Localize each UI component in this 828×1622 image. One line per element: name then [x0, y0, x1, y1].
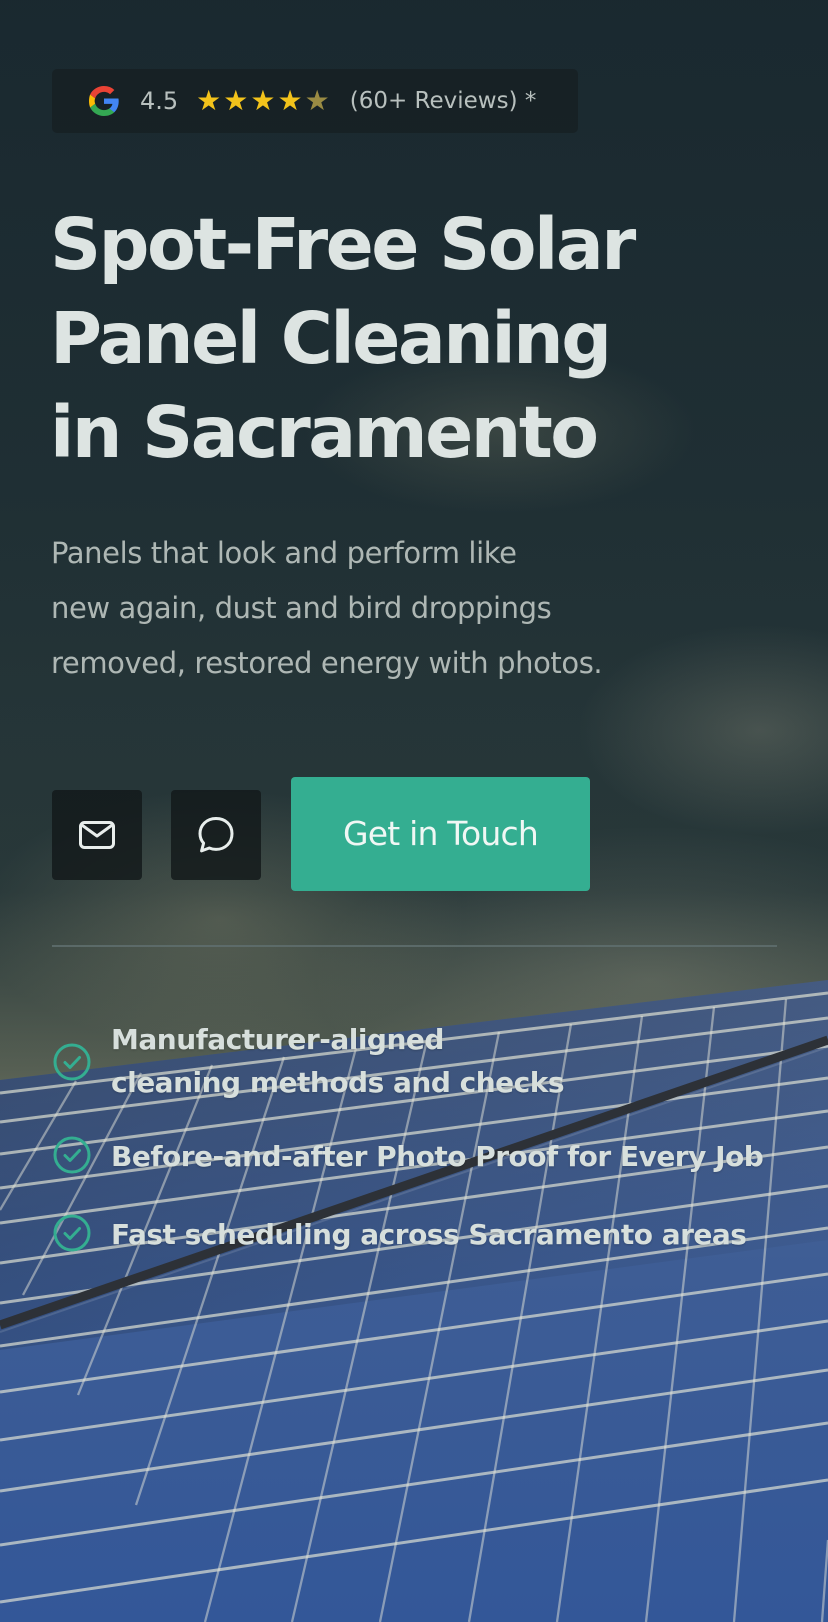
description-line: removed, restored energy with photos.: [51, 646, 603, 680]
star-rating: ★ ★ ★ ★ ★: [196, 87, 332, 115]
check-circle-icon: [53, 1136, 91, 1174]
title-line: Spot-Free Solar: [50, 203, 636, 286]
google-g-icon: [89, 86, 119, 116]
title-line: in Sacramento: [50, 391, 599, 474]
google-rating-badge: 4.5 ★ ★ ★ ★ ★ (60+ Reviews) *: [52, 69, 578, 133]
feature-item: Fast scheduling across Sacramento areas: [52, 1213, 747, 1256]
get-in-touch-button[interactable]: Get in Touch: [291, 777, 590, 891]
chat-button[interactable]: [171, 790, 261, 880]
landing-page: 4.5 ★ ★ ★ ★ ★ (60+ Reviews) * Spot-Free …: [0, 0, 828, 1622]
feature-line: Manufacturer-aligned: [111, 1023, 444, 1056]
star-icon: ★: [250, 84, 276, 117]
feature-line: Fast scheduling across Sacramento areas: [111, 1218, 747, 1251]
section-divider: [52, 945, 777, 947]
half-star-icon: ★: [304, 84, 330, 117]
feature-text: Before-and-after Photo Proof for Every J…: [111, 1135, 764, 1178]
feature-line: Before-and-after Photo Proof for Every J…: [111, 1140, 764, 1173]
feature-text: Fast scheduling across Sacramento areas: [111, 1213, 747, 1256]
title-line: Panel Cleaning: [50, 297, 612, 380]
chat-bubble-icon: [198, 817, 234, 853]
check-circle-icon: [53, 1043, 91, 1081]
feature-text: Manufacturer-aligned cleaning methods an…: [111, 1018, 565, 1104]
feature-item: Manufacturer-aligned cleaning methods an…: [52, 1018, 565, 1104]
description-line: Panels that look and perform like: [51, 536, 517, 570]
email-button[interactable]: [52, 790, 142, 880]
hero-description: Panels that look and perform like new ag…: [51, 526, 701, 691]
star-icon: ★: [277, 84, 303, 117]
feature-line: cleaning methods and checks: [111, 1066, 565, 1099]
description-line: new again, dust and bird droppings: [51, 591, 552, 625]
feature-item: Before-and-after Photo Proof for Every J…: [52, 1135, 764, 1178]
mail-icon: [79, 821, 115, 849]
star-icon: ★: [196, 84, 222, 117]
page-title: Spot-Free Solar Panel Cleaning in Sacram…: [50, 198, 636, 480]
star-icon: ★: [223, 84, 249, 117]
review-count: (60+ Reviews) *: [349, 87, 537, 114]
rating-score: 4.5: [140, 87, 179, 115]
check-circle-icon: [53, 1214, 91, 1252]
hero-content: 4.5 ★ ★ ★ ★ ★ (60+ Reviews) * Spot-Free …: [0, 0, 828, 1622]
